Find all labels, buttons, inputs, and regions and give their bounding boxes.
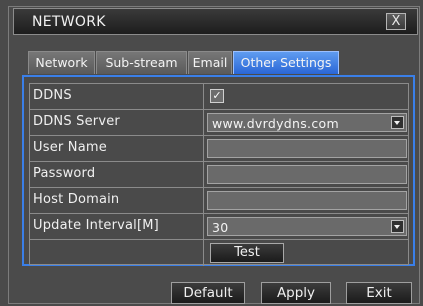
tab-sub-stream[interactable]: Sub-stream: [96, 51, 187, 74]
row-user-name: User Name: [30, 136, 408, 162]
ddns-server-label: DDNS Server: [33, 114, 120, 129]
column-divider: [203, 110, 204, 135]
column-divider: [203, 84, 204, 109]
dialog-title: NETWORK: [32, 14, 106, 30]
host-domain-input[interactable]: [207, 191, 407, 210]
column-divider: [203, 240, 204, 266]
host-domain-label: Host Domain: [33, 192, 120, 207]
close-button[interactable]: X: [386, 13, 406, 30]
title-bar: NETWORK X: [13, 8, 418, 35]
update-interval-label: Update Interval[M]: [33, 218, 159, 233]
test-button[interactable]: Test: [210, 243, 284, 263]
checkmark-icon: ✓: [212, 89, 222, 102]
close-icon: X: [391, 14, 401, 29]
row-ddns-server: DDNS Server www.dvrdydns.com: [30, 110, 408, 136]
row-host-domain: Host Domain: [30, 188, 408, 214]
user-name-label: User Name: [33, 140, 107, 155]
update-interval-select[interactable]: 30: [207, 217, 407, 236]
exit-button[interactable]: Exit: [346, 282, 412, 304]
settings-grid: DDNS ✓ DDNS Server www.dvrdydns.com User…: [29, 83, 409, 266]
user-name-input[interactable]: [207, 139, 407, 158]
row-ddns: DDNS ✓: [30, 84, 408, 110]
column-divider: [203, 188, 204, 213]
chevron-down-icon[interactable]: [391, 220, 404, 233]
ddns-checkbox[interactable]: ✓: [210, 89, 224, 103]
default-button[interactable]: Default: [171, 282, 245, 304]
column-divider: [203, 162, 204, 187]
row-password: Password: [30, 162, 408, 188]
ddns-server-select[interactable]: www.dvrdydns.com: [207, 113, 407, 132]
column-divider: [203, 136, 204, 161]
tab-email[interactable]: Email: [188, 51, 232, 74]
ddns-server-value: www.dvrdydns.com: [212, 116, 339, 131]
tab-other-settings[interactable]: Other Settings: [233, 51, 339, 74]
chevron-down-icon[interactable]: [391, 116, 404, 129]
row-test: Test: [30, 240, 408, 266]
tab-network[interactable]: Network: [28, 51, 95, 74]
apply-button[interactable]: Apply: [261, 282, 331, 304]
update-interval-value: 30: [212, 220, 229, 235]
password-label: Password: [33, 166, 96, 181]
password-input[interactable]: [207, 165, 407, 184]
row-update-interval: Update Interval[M] 30: [30, 214, 408, 240]
column-divider: [203, 214, 204, 239]
network-dialog: NETWORK X Network Sub-stream Email Other…: [0, 0, 423, 306]
ddns-label: DDNS: [33, 88, 72, 103]
